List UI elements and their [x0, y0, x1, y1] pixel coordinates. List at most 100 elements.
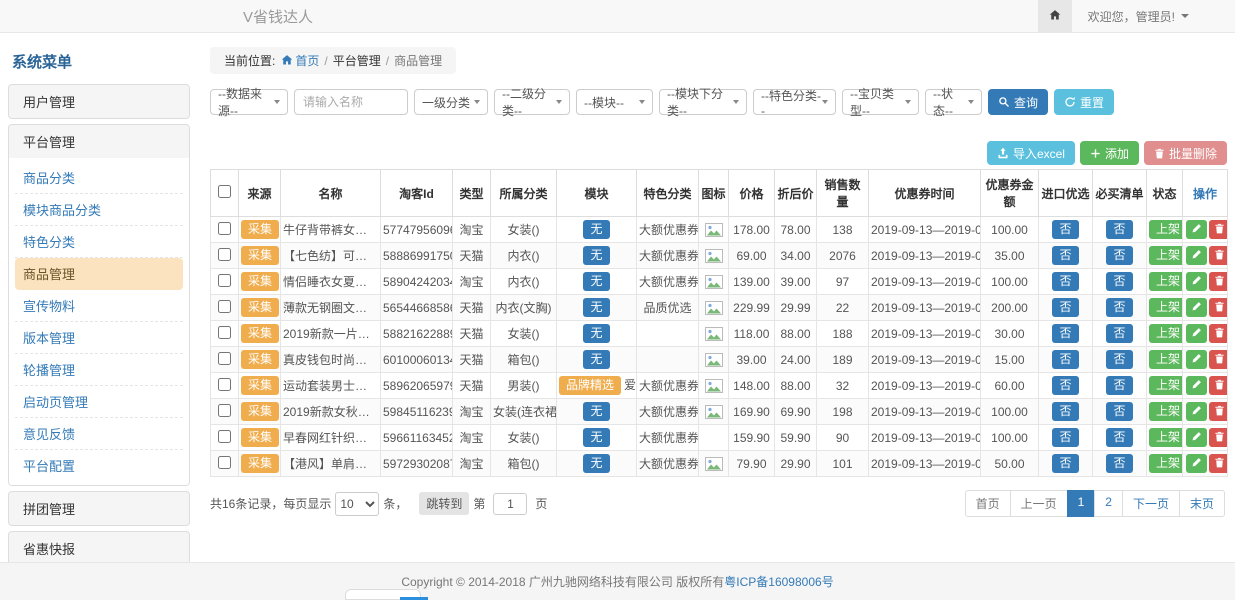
- edit-button[interactable]: [1186, 350, 1207, 369]
- delete-button[interactable]: [1209, 220, 1228, 239]
- row-checkbox[interactable]: [218, 248, 231, 261]
- sidebar-section-header[interactable]: 平台管理: [9, 125, 189, 158]
- filter-select[interactable]: --模块--: [576, 89, 653, 115]
- row-checkbox[interactable]: [218, 222, 231, 235]
- row-checkbox[interactable]: [218, 300, 231, 313]
- must-buy-toggle[interactable]: 否: [1106, 350, 1132, 369]
- select-all-checkbox[interactable]: [218, 185, 231, 198]
- delete-button[interactable]: [1209, 376, 1228, 395]
- batch-delete-button[interactable]: 批量删除: [1144, 141, 1227, 165]
- import-select-toggle[interactable]: 否: [1052, 246, 1078, 265]
- delete-button[interactable]: [1209, 324, 1228, 343]
- filter-select[interactable]: --二级分类--: [494, 89, 570, 115]
- sidebar-item[interactable]: 启动页管理: [15, 386, 183, 418]
- edit-button[interactable]: [1186, 454, 1207, 473]
- delete-button[interactable]: [1209, 454, 1228, 473]
- sidebar-item[interactable]: 意见反馈: [15, 418, 183, 450]
- delete-button[interactable]: [1209, 428, 1228, 447]
- filter-select[interactable]: 一级分类: [414, 89, 488, 115]
- edit-button[interactable]: [1186, 246, 1207, 265]
- must-buy-toggle[interactable]: 否: [1106, 454, 1132, 473]
- sidebar-item[interactable]: 平台配置: [15, 450, 183, 481]
- sidebar-item[interactable]: 商品管理: [15, 258, 183, 290]
- edit-button[interactable]: [1186, 220, 1207, 239]
- delete-button[interactable]: [1209, 272, 1228, 291]
- edit-button[interactable]: [1186, 428, 1207, 447]
- status-toggle[interactable]: 上架: [1149, 376, 1183, 395]
- jump-button[interactable]: 跳转到: [419, 492, 469, 515]
- import-select-toggle[interactable]: 否: [1052, 298, 1078, 317]
- delete-button[interactable]: [1209, 246, 1228, 265]
- row-checkbox[interactable]: [218, 378, 231, 391]
- sidebar-section-header[interactable]: 拼团管理: [9, 492, 189, 525]
- sidebar-item[interactable]: 宣传物料: [15, 290, 183, 322]
- status-toggle[interactable]: 上架: [1149, 272, 1183, 291]
- name-search-input[interactable]: [294, 89, 408, 115]
- import-select-toggle[interactable]: 否: [1052, 272, 1078, 291]
- row-checkbox[interactable]: [218, 430, 231, 443]
- import-excel-button[interactable]: 导入excel: [987, 141, 1075, 165]
- import-select-toggle[interactable]: 否: [1052, 324, 1078, 343]
- reset-button[interactable]: 重置: [1054, 89, 1114, 115]
- home-shortcut-button[interactable]: [1038, 0, 1072, 32]
- page-size-select[interactable]: 10: [335, 492, 379, 516]
- delete-button[interactable]: [1209, 298, 1228, 317]
- import-select-toggle[interactable]: 否: [1052, 350, 1078, 369]
- import-select-toggle[interactable]: 否: [1052, 220, 1078, 239]
- must-buy-toggle[interactable]: 否: [1106, 272, 1132, 291]
- row-checkbox[interactable]: [218, 274, 231, 287]
- must-buy-toggle[interactable]: 否: [1106, 298, 1132, 317]
- page-button[interactable]: 下一页: [1122, 490, 1180, 517]
- edit-button[interactable]: [1186, 298, 1207, 317]
- filter-select[interactable]: --宝贝类型--: [842, 89, 919, 115]
- filter-select[interactable]: --模块下分类--: [659, 89, 747, 115]
- row-checkbox[interactable]: [218, 352, 231, 365]
- edit-button[interactable]: [1186, 376, 1207, 395]
- breadcrumb-item[interactable]: 平台管理: [333, 54, 381, 68]
- edit-button[interactable]: [1186, 324, 1207, 343]
- sidebar-item[interactable]: 轮播管理: [15, 354, 183, 386]
- import-select-toggle[interactable]: 否: [1052, 402, 1078, 421]
- page-button[interactable]: 2: [1094, 490, 1123, 517]
- page-button[interactable]: 上一页: [1010, 490, 1068, 517]
- must-buy-toggle[interactable]: 否: [1106, 246, 1132, 265]
- jump-page-input[interactable]: [493, 493, 527, 515]
- status-toggle[interactable]: 上架: [1149, 402, 1183, 421]
- edit-button[interactable]: [1186, 272, 1207, 291]
- row-checkbox[interactable]: [218, 456, 231, 469]
- filter-select[interactable]: --状态--: [925, 89, 982, 115]
- delete-button[interactable]: [1209, 402, 1228, 421]
- delete-button[interactable]: [1209, 350, 1228, 369]
- status-toggle[interactable]: 上架: [1149, 298, 1183, 317]
- status-toggle[interactable]: 上架: [1149, 428, 1183, 447]
- page-button[interactable]: 1: [1067, 490, 1096, 517]
- import-select-toggle[interactable]: 否: [1052, 428, 1078, 447]
- add-button[interactable]: 添加: [1080, 141, 1139, 165]
- sidebar-item[interactable]: 模块商品分类: [15, 194, 183, 226]
- filter-select[interactable]: --特色分类--: [753, 89, 836, 115]
- status-toggle[interactable]: 上架: [1149, 454, 1183, 473]
- sidebar-section-header[interactable]: 省惠快报: [9, 532, 189, 562]
- must-buy-toggle[interactable]: 否: [1106, 220, 1132, 239]
- icp-link[interactable]: 粤ICP备16098006号: [724, 573, 833, 590]
- sidebar-item[interactable]: 特色分类: [15, 226, 183, 258]
- edit-button[interactable]: [1186, 402, 1207, 421]
- breadcrumb-home-link[interactable]: 首页: [295, 54, 319, 68]
- page-button[interactable]: 首页: [965, 490, 1011, 517]
- filter-select[interactable]: --数据来源--: [210, 89, 288, 115]
- status-toggle[interactable]: 上架: [1149, 350, 1183, 369]
- status-toggle[interactable]: 上架: [1149, 324, 1183, 343]
- must-buy-toggle[interactable]: 否: [1106, 376, 1132, 395]
- must-buy-toggle[interactable]: 否: [1106, 324, 1132, 343]
- row-checkbox[interactable]: [218, 404, 231, 417]
- import-select-toggle[interactable]: 否: [1052, 376, 1078, 395]
- sidebar-item[interactable]: 版本管理: [15, 322, 183, 354]
- import-select-toggle[interactable]: 否: [1052, 454, 1078, 473]
- must-buy-toggle[interactable]: 否: [1106, 402, 1132, 421]
- row-checkbox[interactable]: [218, 326, 231, 339]
- user-menu[interactable]: 欢迎您，管理员!: [1072, 0, 1235, 32]
- page-button[interactable]: 末页: [1179, 490, 1225, 517]
- sidebar-item[interactable]: 商品分类: [15, 162, 183, 194]
- status-toggle[interactable]: 上架: [1149, 246, 1183, 265]
- must-buy-toggle[interactable]: 否: [1106, 428, 1132, 447]
